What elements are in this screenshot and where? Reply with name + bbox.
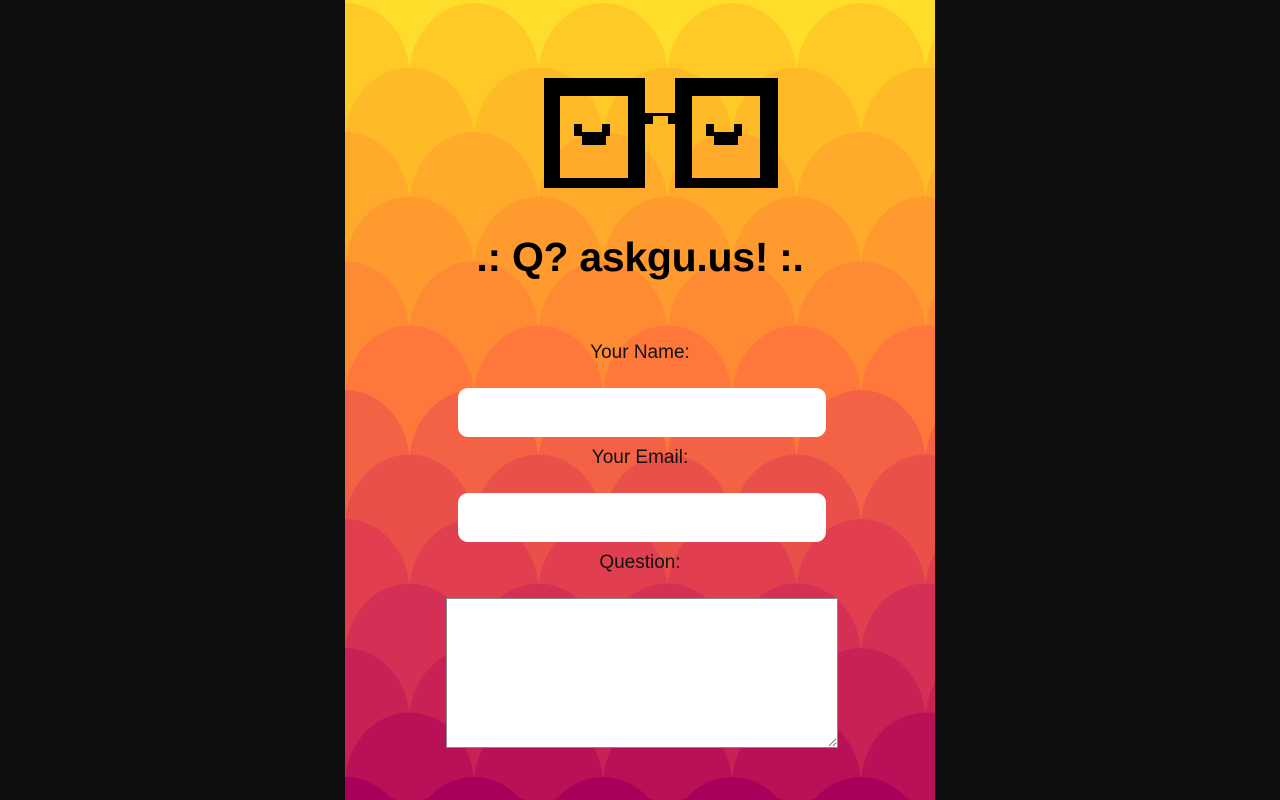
- glasses-logo-icon: [544, 78, 778, 188]
- name-label: Your Name:: [590, 342, 690, 363]
- email-label: Your Email:: [591, 447, 689, 468]
- email-input[interactable]: [458, 493, 826, 542]
- page-panel: .: Q? askgu.us! :. Your Name: Your Email…: [345, 0, 935, 800]
- page-title: .: Q? askgu.us! :.: [476, 234, 804, 280]
- name-input[interactable]: [458, 388, 826, 437]
- question-textarea[interactable]: [446, 598, 838, 748]
- question-label: Question:: [599, 552, 681, 573]
